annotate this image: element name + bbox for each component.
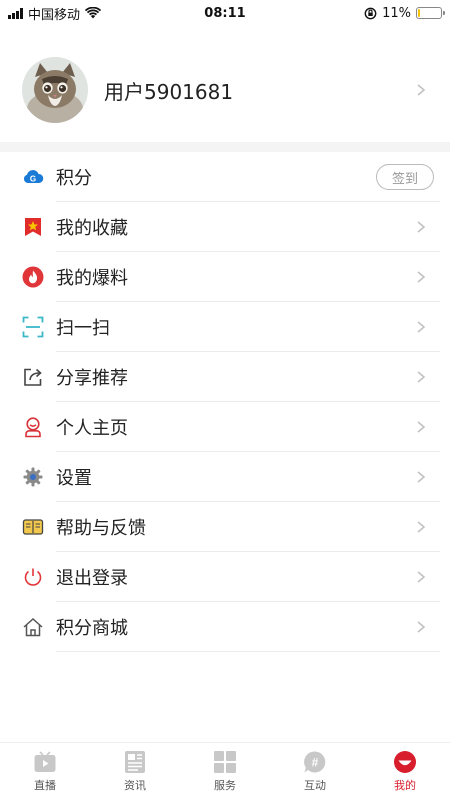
- checkin-button[interactable]: 签到: [376, 164, 434, 190]
- menu-label-scan: 扫一扫: [56, 318, 110, 339]
- power-icon: [22, 566, 44, 588]
- chevron-right-icon: [417, 84, 426, 96]
- menu-item-homepage[interactable]: 个人主页: [0, 402, 450, 452]
- tab-news[interactable]: 资讯: [90, 743, 180, 800]
- person-icon: [22, 416, 44, 438]
- help-book-icon: [22, 516, 44, 538]
- menu-label-favorites: 我的收藏: [56, 218, 128, 239]
- tab-me[interactable]: 我的: [360, 743, 450, 800]
- orientation-lock-icon: [364, 7, 377, 19]
- status-right: 11%: [364, 5, 445, 21]
- menu-label-points: 积分: [56, 168, 92, 189]
- svg-text:G: G: [30, 174, 36, 183]
- chevron-right-icon: [417, 621, 426, 633]
- chevron-right-icon: [417, 371, 426, 383]
- home-store-icon: [22, 616, 44, 638]
- battery-fill: [418, 9, 421, 17]
- tab-label-interact: 互动: [304, 779, 326, 792]
- chevron-right-icon: [417, 321, 426, 333]
- profile-row[interactable]: 用户5901681: [0, 50, 450, 130]
- menu-item-help[interactable]: 帮助与反馈: [0, 502, 450, 552]
- points-cloud-icon: G: [22, 166, 44, 188]
- cat-avatar[interactable]: [22, 57, 88, 123]
- menu-label-tipoffs: 我的爆料: [56, 268, 128, 289]
- status-left: 中国移动: [8, 4, 102, 23]
- menu-label-logout: 退出登录: [56, 568, 128, 589]
- tv-icon: [34, 751, 56, 772]
- fire-icon: [22, 266, 44, 288]
- bottom-tab-bar: 直播 资讯 服务 # 互动 我的: [0, 742, 450, 800]
- menu-item-tipoffs[interactable]: 我的爆料: [0, 252, 450, 302]
- chevron-right-icon: [417, 421, 426, 433]
- chevron-right-icon: [417, 271, 426, 283]
- news-icon: [125, 751, 145, 773]
- tab-label-news: 资讯: [124, 779, 146, 792]
- menu-item-settings[interactable]: 设置: [0, 452, 450, 502]
- menu-label-homepage: 个人主页: [56, 418, 128, 439]
- menu-item-points[interactable]: G 积分 签到: [0, 152, 450, 202]
- menu-label-points-mall: 积分商城: [56, 618, 128, 639]
- menu-item-share[interactable]: 分享推荐: [0, 352, 450, 402]
- tab-label-live: 直播: [34, 779, 56, 792]
- share-icon: [22, 366, 44, 388]
- chevron-right-icon: [417, 521, 426, 533]
- bookmark-star-icon: [22, 216, 44, 238]
- menu-label-help: 帮助与反馈: [56, 518, 146, 539]
- menu-item-points-mall[interactable]: 积分商城: [0, 602, 450, 652]
- tab-live[interactable]: 直播: [0, 743, 90, 800]
- menu-label-share: 分享推荐: [56, 368, 128, 389]
- menu-item-favorites[interactable]: 我的收藏: [0, 202, 450, 252]
- me-icon: [394, 751, 416, 773]
- battery-icon: [416, 7, 445, 19]
- chevron-right-icon: [417, 571, 426, 583]
- tab-services[interactable]: 服务: [180, 743, 270, 800]
- section-divider: [0, 142, 450, 152]
- tab-label-me: 我的: [394, 779, 416, 792]
- menu-item-logout[interactable]: 退出登录: [0, 552, 450, 602]
- scan-icon: [22, 316, 44, 338]
- gear-icon: [22, 466, 44, 488]
- username: 用户5901681: [104, 79, 234, 104]
- status-bar: 中国移动 08:11 11%: [0, 0, 450, 26]
- svg-text:#: #: [312, 756, 319, 770]
- menu-item-scan[interactable]: 扫一扫: [0, 302, 450, 352]
- menu-list: G 积分 签到 我的收藏 我的爆料 扫一扫 分享推荐 个人主页 设置 帮助与反馈…: [0, 152, 450, 652]
- wifi-icon: [85, 7, 102, 19]
- carrier-name: 中国移动: [28, 7, 81, 23]
- tab-interact[interactable]: # 互动: [270, 743, 360, 800]
- chat-hash-icon: #: [304, 751, 326, 773]
- battery-percent: 11%: [382, 5, 411, 21]
- menu-label-settings: 设置: [56, 468, 92, 489]
- grid-icon: [214, 751, 236, 773]
- chevron-right-icon: [417, 471, 426, 483]
- tab-label-services: 服务: [214, 779, 236, 792]
- chevron-right-icon: [417, 221, 426, 233]
- signal-icon: [8, 7, 23, 19]
